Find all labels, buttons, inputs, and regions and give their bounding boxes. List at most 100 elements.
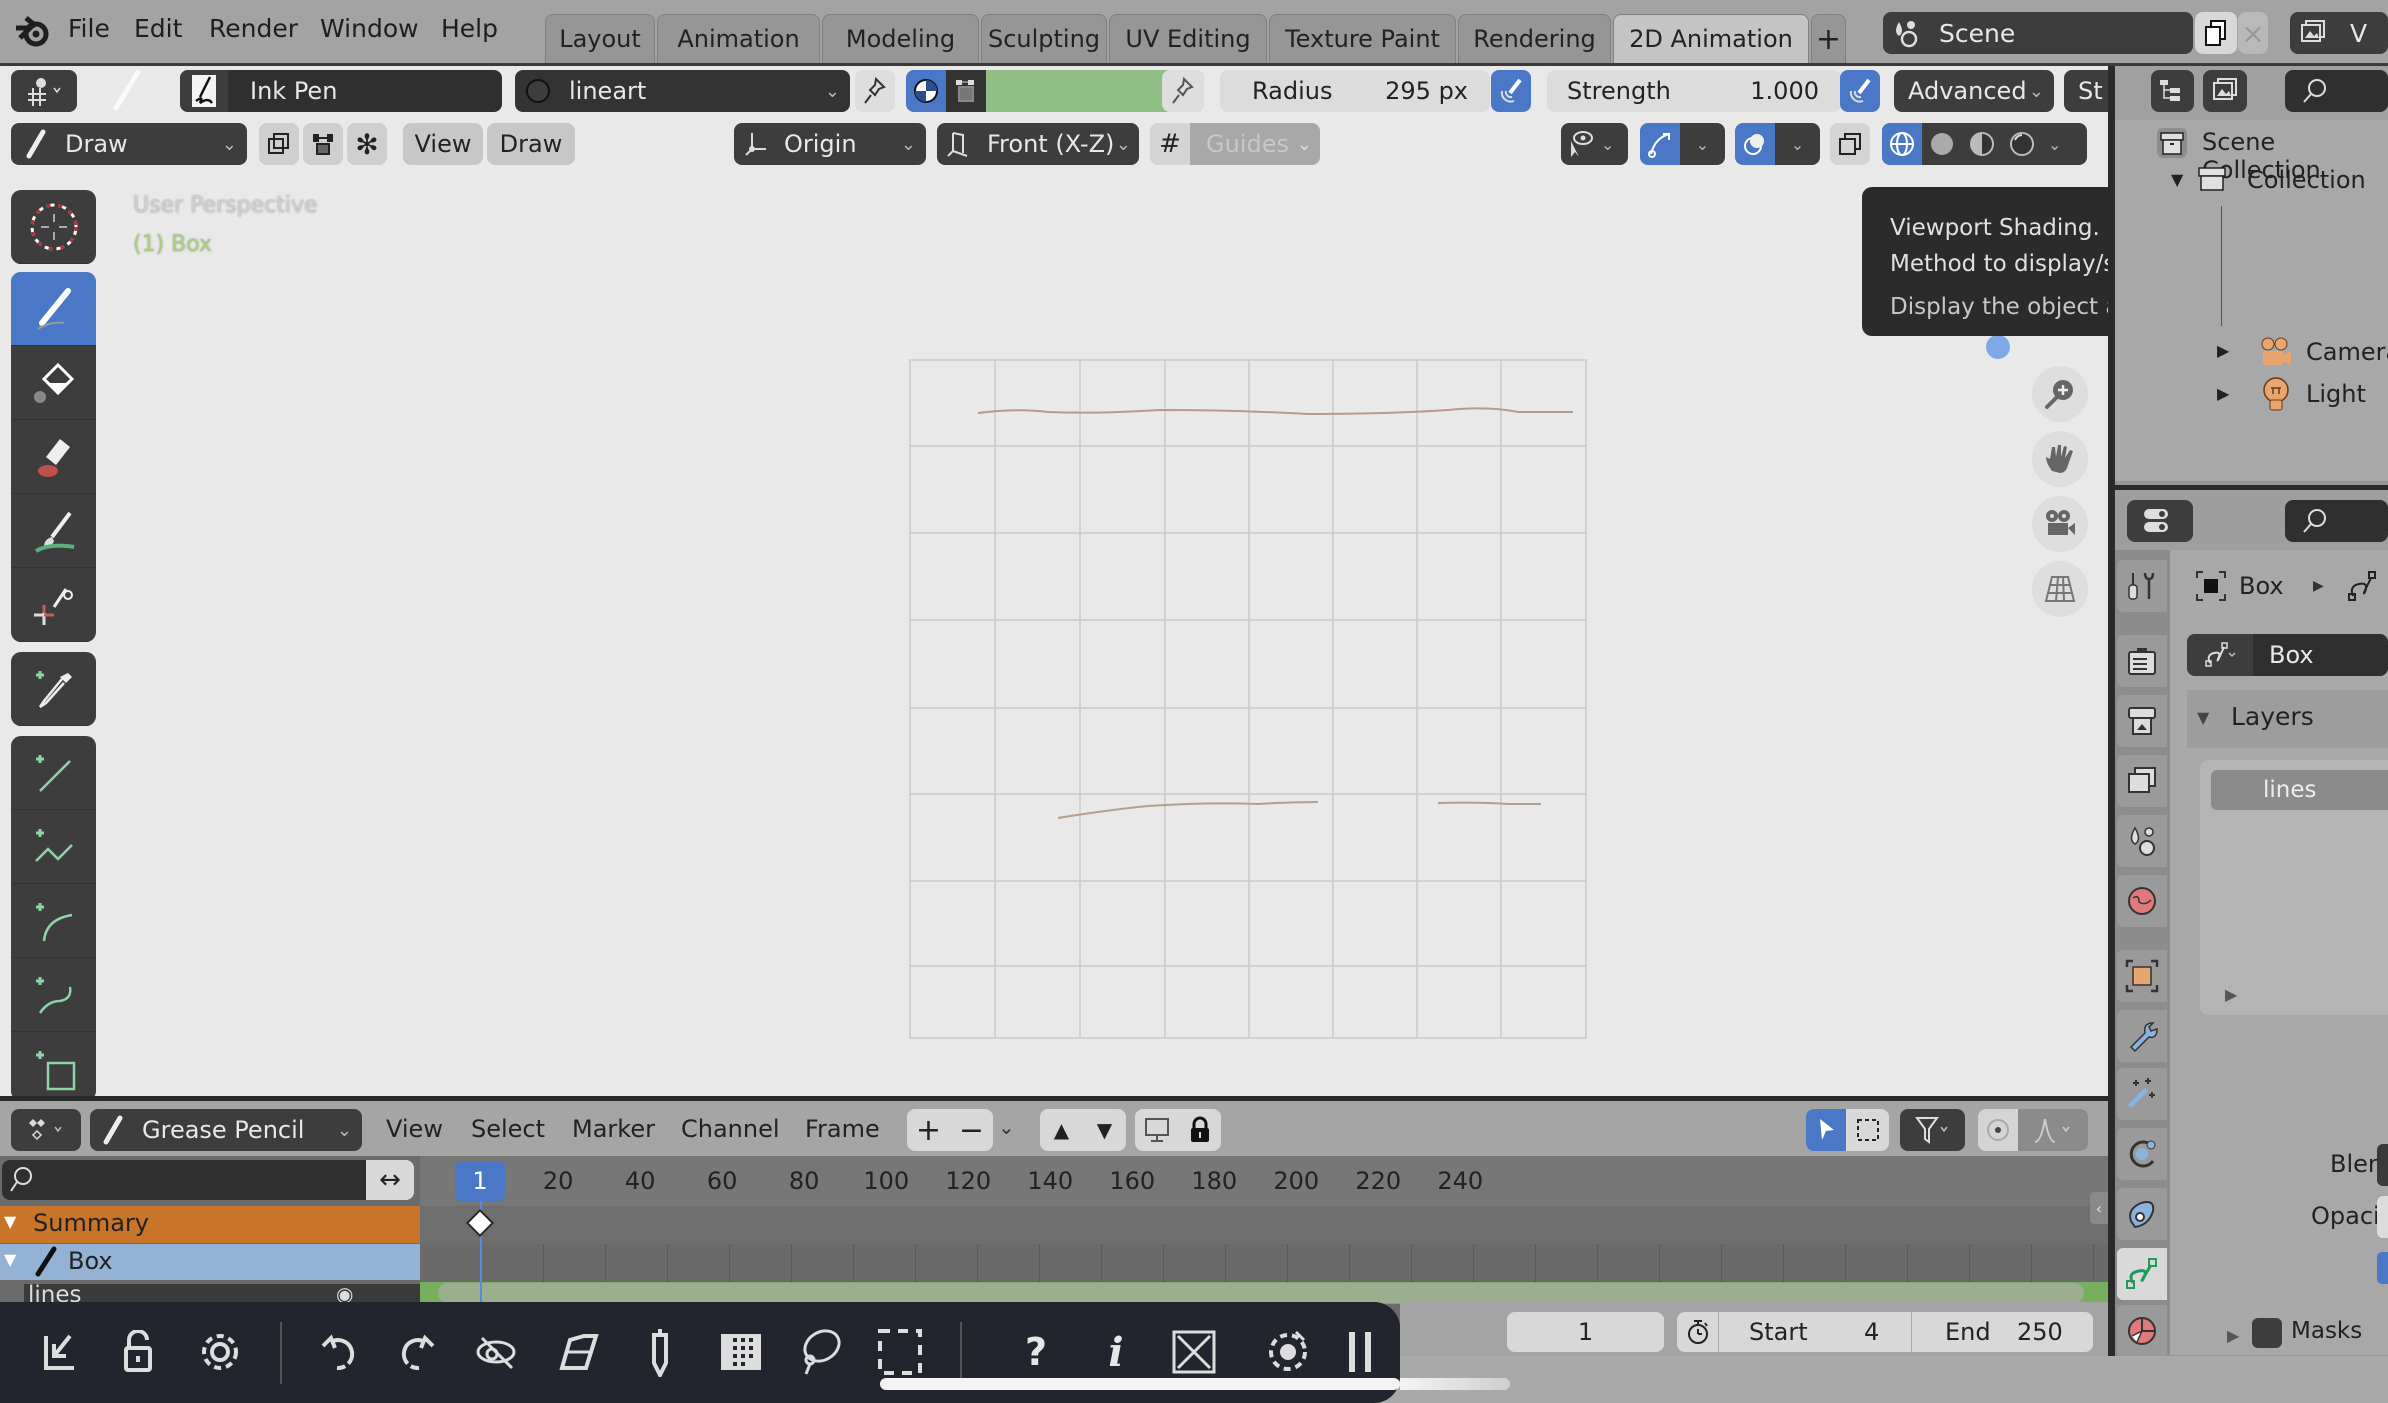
menu-view[interactable]: View bbox=[386, 1115, 443, 1143]
sidebar-toggle-icon[interactable]: ‹ bbox=[2090, 1192, 2108, 1224]
filter-dropdown[interactable] bbox=[1900, 1109, 1965, 1151]
tint-tool[interactable] bbox=[11, 494, 96, 568]
curve-tool[interactable] bbox=[11, 958, 96, 1032]
tab-sculpting[interactable]: Sculpting bbox=[981, 14, 1107, 63]
proportional-edit-icon[interactable] bbox=[1978, 1109, 2018, 1151]
gpencil-datablock-selector[interactable]: Box bbox=[2187, 634, 2388, 676]
home-indicator-bar[interactable] bbox=[880, 1378, 1400, 1390]
select-tool-icon[interactable] bbox=[1806, 1109, 1846, 1151]
wireframe-shading-icon[interactable] bbox=[1882, 123, 1922, 165]
only-show-selected-icon[interactable] bbox=[1135, 1109, 1178, 1151]
drawing-canvas[interactable] bbox=[908, 358, 1588, 1041]
expand-arrow-icon[interactable]: ▶ bbox=[2217, 341, 2229, 360]
brush-selector[interactable]: Ink Pen bbox=[180, 70, 502, 112]
collapse-arrow-icon[interactable]: ▼ bbox=[4, 1250, 16, 1269]
collapse-arrow-icon[interactable]: ▼ bbox=[4, 1212, 16, 1231]
collection-label[interactable]: Collection bbox=[2247, 166, 2366, 194]
box-select-icon[interactable] bbox=[1846, 1109, 1889, 1151]
draw-menu[interactable]: Draw bbox=[487, 123, 575, 165]
eraser-icon[interactable] bbox=[550, 1324, 606, 1380]
blend-dropdown[interactable] bbox=[2377, 1144, 2388, 1186]
channel-object-box[interactable]: ▼ Box bbox=[0, 1244, 420, 1280]
pin-color-icon[interactable] bbox=[1162, 70, 1204, 112]
collapse-arrow-icon[interactable]: ▼ bbox=[2197, 708, 2209, 727]
origin-selector[interactable]: Origin ⌄ bbox=[734, 123, 926, 165]
end-value[interactable]: 250 bbox=[2017, 1318, 2063, 1346]
frame-ruler[interactable] bbox=[420, 1156, 2108, 1206]
menu-render[interactable]: Render bbox=[209, 14, 298, 43]
opacity-field[interactable] bbox=[2377, 1196, 2388, 1238]
menu-frame[interactable]: Frame bbox=[805, 1115, 880, 1143]
visibility-selector[interactable]: ⌄ bbox=[1561, 123, 1628, 165]
pin-material-icon[interactable] bbox=[855, 70, 895, 112]
fullscreen-icon[interactable] bbox=[1166, 1324, 1222, 1380]
tab-layout[interactable]: Layout bbox=[545, 14, 655, 63]
xray-toggle-icon[interactable] bbox=[1830, 123, 1870, 165]
eyedropper-tool[interactable] bbox=[11, 652, 96, 726]
delete-scene-icon[interactable]: × bbox=[2238, 12, 2268, 54]
current-frame-field[interactable]: 1 bbox=[1507, 1312, 1664, 1352]
camera-label[interactable]: Camera bbox=[2306, 338, 2388, 366]
unlock-icon[interactable] bbox=[110, 1324, 166, 1380]
redo-icon[interactable] bbox=[389, 1324, 445, 1380]
freeze-icon[interactable]: ✻ bbox=[347, 123, 387, 165]
timeline-scrollbar[interactable] bbox=[438, 1283, 2084, 1303]
solid-shading-icon[interactable] bbox=[1922, 130, 1962, 158]
guides-dropdown[interactable]: Guides ⌄ bbox=[1190, 123, 1320, 165]
lasso-icon[interactable] bbox=[792, 1324, 848, 1380]
info-icon[interactable]: i bbox=[1088, 1324, 1144, 1380]
stroke-dropdown[interactable]: St bbox=[2064, 70, 2108, 112]
help-icon[interactable]: ? bbox=[1008, 1324, 1064, 1380]
pen-tool-icon[interactable] bbox=[632, 1324, 688, 1380]
tab-material[interactable] bbox=[2117, 1305, 2167, 1357]
vertex-color-icon[interactable] bbox=[946, 70, 986, 112]
camera-view-button[interactable] bbox=[2032, 496, 2088, 552]
gizmo-dropdown[interactable]: ⌄ bbox=[1680, 123, 1725, 165]
brush-name[interactable]: Ink Pen bbox=[228, 77, 337, 105]
box-tool[interactable] bbox=[11, 1032, 96, 1101]
fill-tool[interactable] bbox=[11, 346, 96, 420]
lock-icon[interactable] bbox=[1178, 1109, 1221, 1151]
tab-gpencil-data[interactable] bbox=[2117, 1248, 2167, 1300]
guides-toggle-icon[interactable]: # bbox=[1150, 123, 1190, 165]
blender-logo-icon[interactable] bbox=[14, 14, 50, 48]
material-selector[interactable]: lineart ⌄ bbox=[515, 70, 850, 112]
menu-edit[interactable]: Edit bbox=[134, 14, 182, 43]
hide-icon[interactable] bbox=[468, 1324, 524, 1380]
tab-effects[interactable] bbox=[2117, 1068, 2167, 1120]
tab-view-layer[interactable] bbox=[2117, 755, 2167, 807]
gpencil-data-name[interactable]: Box bbox=[2253, 641, 2314, 669]
import-icon[interactable] bbox=[32, 1324, 88, 1380]
tab-world[interactable] bbox=[2117, 875, 2167, 927]
masks-checkbox[interactable] bbox=[2252, 1318, 2282, 1348]
rendered-shading-icon[interactable] bbox=[2002, 130, 2042, 158]
new-scene-icon[interactable] bbox=[2195, 12, 2237, 54]
material-mode-icon[interactable] bbox=[906, 70, 946, 112]
menu-channel[interactable]: Channel bbox=[681, 1115, 780, 1143]
add-workspace-button[interactable]: + bbox=[1811, 14, 1846, 63]
tab-2d-animation[interactable]: 2D Animation bbox=[1613, 14, 1809, 63]
strength-field[interactable]: Strength 1.000 bbox=[1547, 70, 1841, 112]
tab-uv-editing[interactable]: UV Editing bbox=[1109, 14, 1267, 63]
use-lights-checkbox[interactable] bbox=[2377, 1252, 2388, 1284]
stopwatch-icon[interactable] bbox=[1677, 1312, 1719, 1352]
material-name[interactable]: lineart bbox=[561, 77, 646, 105]
polyline-tool[interactable] bbox=[11, 810, 96, 884]
menu-window[interactable]: Window bbox=[320, 14, 419, 43]
scene-selector[interactable]: Scene bbox=[1883, 12, 2193, 54]
tab-animation[interactable]: Animation bbox=[657, 14, 820, 63]
draw-tool[interactable] bbox=[11, 272, 96, 346]
keyboard-icon[interactable] bbox=[713, 1324, 769, 1380]
shading-selector[interactable]: ⌄ bbox=[1882, 123, 2087, 165]
menu-select[interactable]: Select bbox=[471, 1115, 545, 1143]
tab-physics[interactable] bbox=[2117, 1128, 2167, 1180]
overlays-toggle-icon[interactable] bbox=[1735, 123, 1775, 165]
zoom-button[interactable] bbox=[2032, 366, 2088, 422]
move-layer-down-icon[interactable]: ▼ bbox=[1083, 1109, 1126, 1151]
outliner-editor-type[interactable] bbox=[2151, 70, 2194, 112]
scene-name[interactable]: Scene bbox=[1929, 19, 2015, 48]
radius-field[interactable]: Radius 295 px bbox=[1220, 70, 1490, 112]
layers-panel-header[interactable]: Layers bbox=[2231, 702, 2314, 731]
tab-modeling[interactable]: Modeling bbox=[822, 14, 979, 63]
undo-icon[interactable] bbox=[311, 1324, 367, 1380]
